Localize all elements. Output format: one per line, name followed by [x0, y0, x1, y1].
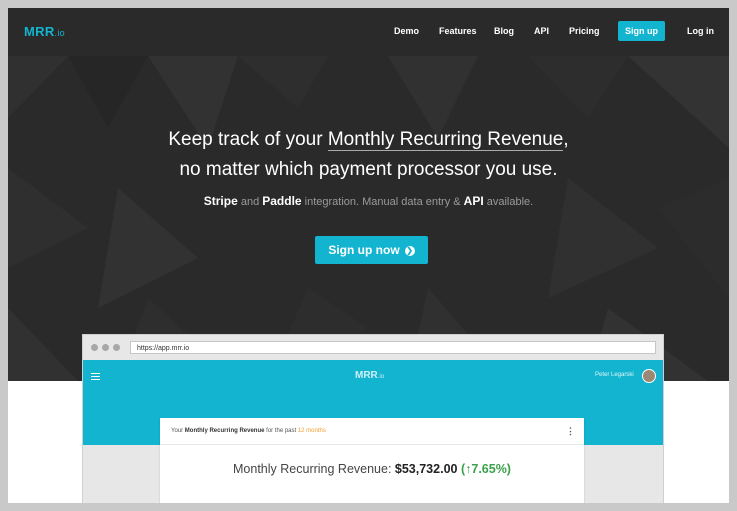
app-logo: MRR.io: [355, 370, 384, 381]
window-dot-icon: [102, 344, 109, 351]
sub-end: available.: [483, 196, 534, 208]
sub-middle: integration. Manual data entry &: [301, 196, 464, 208]
browser-mockup: https://app.mrr.io MRR.io Peter Legarski…: [82, 334, 664, 503]
window-dot-icon: [113, 344, 120, 351]
card-period: 12 months: [297, 428, 326, 434]
top-navbar: MRR.io Demo Features Blog API Pricing Si…: [8, 8, 729, 56]
mrr-change: (↑7.65%): [460, 462, 511, 476]
chevron-circle-right-icon: ❯: [404, 245, 415, 256]
avatar: [642, 369, 656, 383]
signup-now-button[interactable]: Sign up now ❯: [315, 236, 428, 264]
mrr-summary: Monthly Recurring Revenue: $53,732.00 (↑…: [160, 462, 584, 476]
app-logo-tld: .io: [377, 374, 385, 380]
headline-prefix: Keep track of your: [168, 129, 328, 150]
hero-headline-line1: Keep track of your Monthly Recurring Rev…: [8, 129, 729, 151]
hero-subtitle: Stripe and Paddle integration. Manual da…: [8, 194, 729, 208]
nav-demo[interactable]: Demo: [394, 26, 419, 36]
card-header: Your Monthly Recurring Revenue for the p…: [160, 418, 584, 445]
card-title: Your Monthly Recurring Revenue for the p…: [171, 428, 326, 434]
mrr-value: $53,732.00: [394, 462, 458, 476]
sub-stripe: Stripe: [203, 194, 238, 208]
browser-chrome: https://app.mrr.io: [83, 335, 663, 360]
nav-signup-button[interactable]: Sign up: [618, 21, 665, 41]
nav-api[interactable]: API: [534, 26, 549, 36]
logo-text: MRR: [24, 24, 55, 39]
nav-blog[interactable]: Blog: [494, 26, 514, 36]
headline-highlight: Monthly Recurring Revenue: [327, 129, 564, 151]
card-title-prefix: Your: [171, 428, 185, 434]
app-user-name: Peter Legarski: [595, 372, 634, 378]
card-title-bold: Monthly Recurring Revenue: [184, 428, 265, 434]
sub-api: API: [463, 194, 484, 208]
sub-and: and: [237, 196, 263, 208]
hero-section: MRR.io Demo Features Blog API Pricing Si…: [8, 8, 729, 381]
more-options-icon: ⋮: [566, 426, 575, 436]
sub-paddle: Paddle: [262, 194, 302, 208]
card-title-mid: for the past: [264, 428, 298, 434]
nav-login[interactable]: Log in: [687, 26, 714, 36]
address-bar: https://app.mrr.io: [130, 341, 656, 354]
app-logo-text: MRR: [355, 370, 378, 381]
mrr-card: Your Monthly Recurring Revenue for the p…: [160, 418, 584, 503]
logo-tld: .io: [54, 28, 65, 38]
hamburger-menu-icon: [91, 373, 100, 382]
cta-label: Sign up now: [328, 243, 400, 257]
brand-logo[interactable]: MRR.io: [24, 24, 65, 39]
window-dot-icon: [91, 344, 98, 351]
headline-suffix: ,: [563, 129, 569, 150]
nav-pricing[interactable]: Pricing: [569, 26, 600, 36]
nav-features[interactable]: Features: [439, 26, 477, 36]
page-frame: MRR.io Demo Features Blog API Pricing Si…: [8, 8, 729, 503]
hero-headline-line2: no matter which payment processor you us…: [179, 159, 558, 180]
mrr-label: Monthly Recurring Revenue:: [233, 462, 395, 476]
